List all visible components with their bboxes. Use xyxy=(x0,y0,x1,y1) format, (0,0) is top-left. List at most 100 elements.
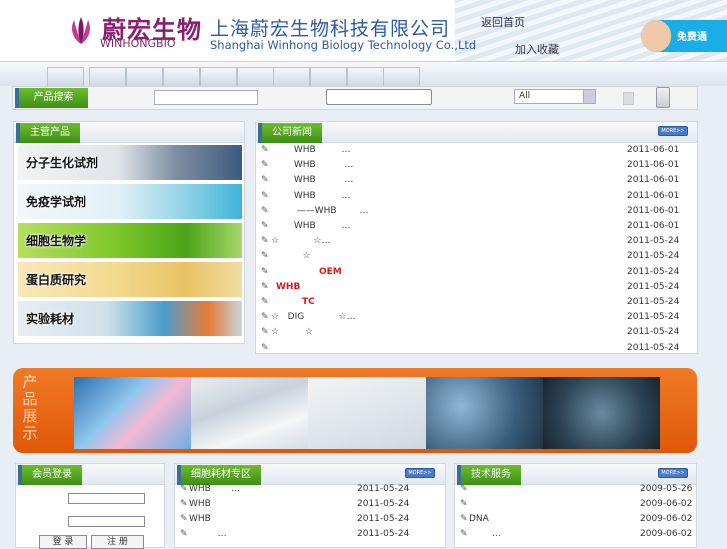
news-item[interactable]: ✎ ☆ DIG ☆… 2011-05-24 xyxy=(261,310,694,325)
tech-item[interactable]: ✎ DNA 2009-06-02 xyxy=(460,512,693,527)
consumables-item-date: 2011-05-24 xyxy=(357,529,410,539)
member-login-panel: 会员登录 登 录 注 册 xyxy=(15,463,165,549)
consumables-item-title[interactable]: WHB xyxy=(189,512,211,527)
tech-more-button[interactable]: MORE>> xyxy=(658,468,688,478)
panel-header: 主营产品 xyxy=(14,122,244,143)
nav-tab[interactable] xyxy=(273,67,310,86)
news-more-button[interactable]: MORE>> xyxy=(658,126,688,136)
news-item[interactable]: ✎ 2011-05-24 xyxy=(261,341,694,356)
category-protein[interactable]: 蛋白质研究 xyxy=(18,262,242,298)
tech-item-title[interactable]: DNA xyxy=(469,512,489,527)
bullet-icon: ✎ xyxy=(261,190,269,201)
bullet-icon: ✎ xyxy=(460,499,468,509)
bullet-icon: ✎ xyxy=(261,205,269,216)
register-button[interactable]: 注 册 xyxy=(91,535,144,549)
password-input[interactable] xyxy=(68,516,145,527)
tech-item[interactable]: ✎ … 2009-06-02 xyxy=(460,527,693,542)
news-item-title[interactable]: WHB … xyxy=(271,143,351,158)
news-item-date: 2011-05-24 xyxy=(627,327,680,338)
nav-tab[interactable] xyxy=(237,67,274,86)
consumables-item-title[interactable]: … xyxy=(189,527,227,542)
news-item-title[interactable]: WHB … xyxy=(271,158,353,173)
news-item[interactable]: ✎ ☆ 2011-05-24 xyxy=(261,249,694,264)
news-item-highlight: TC xyxy=(302,297,315,307)
news-item-title[interactable]: ☆ xyxy=(271,249,310,264)
nav-tab[interactable] xyxy=(89,67,126,86)
news-item[interactable]: ✎ WHB 2011-05-24 xyxy=(261,280,694,295)
category-label: 实验耗材 xyxy=(26,312,75,326)
news-item-title[interactable]: ——WHB … xyxy=(271,204,369,219)
product-showcase: 产品展示 xyxy=(13,368,697,453)
consumables-item-date: 2011-05-24 xyxy=(357,514,410,524)
add-favorite-link[interactable]: 加入收藏 xyxy=(515,41,559,57)
news-item-date: 2011-06-01 xyxy=(627,190,680,201)
news-item[interactable]: ✎ OEM 2011-05-24 xyxy=(261,265,694,280)
news-item-date: 2011-05-24 xyxy=(627,236,680,247)
nav-tab[interactable] xyxy=(310,67,347,86)
news-item[interactable]: ✎ TC 2011-05-24 xyxy=(261,295,694,310)
category-molecular[interactable]: 分子生化试剂 xyxy=(18,145,242,181)
search-button[interactable] xyxy=(656,87,670,108)
nav-tab[interactable] xyxy=(200,67,237,86)
news-item-title[interactable]: WHB … xyxy=(271,219,351,234)
hotline-banner[interactable]: 免费通 xyxy=(641,20,727,52)
news-item-date: 2011-06-01 xyxy=(627,145,680,155)
consumables-item-title[interactable]: WHB … xyxy=(189,482,240,497)
showcase-image-tubes[interactable] xyxy=(74,377,192,449)
consumables-more-button[interactable]: MORE>> xyxy=(405,468,435,478)
category-immunology[interactable]: 免疫学试剂 xyxy=(18,184,242,220)
nav-tab[interactable] xyxy=(126,67,163,86)
news-item-title[interactable]: WHB … xyxy=(271,189,351,204)
tech-item[interactable]: ✎ 2009-05-26 xyxy=(460,482,693,497)
consumables-item[interactable]: ✎ WHB … 2011-05-24 xyxy=(180,482,442,497)
tech-item-title[interactable]: … xyxy=(469,527,501,542)
showcase-image-pipettes[interactable] xyxy=(191,377,309,449)
search-category-select[interactable]: All xyxy=(514,89,596,104)
nav-tab[interactable] xyxy=(47,67,84,86)
news-item-date: 2011-05-24 xyxy=(627,342,680,353)
bullet-icon: ✎ xyxy=(460,514,468,524)
news-item[interactable]: ✎ ——WHB … 2011-06-01 xyxy=(261,204,694,219)
news-item-title[interactable]: ☆ DIG ☆… xyxy=(271,310,356,325)
news-item[interactable]: ✎ ☆ ☆ 2011-05-24 xyxy=(261,325,694,340)
nav-tab[interactable] xyxy=(383,67,420,86)
site-header: 蔚宏生物 WINHONGBIO 上海蔚宏生物科技有限公司 Shanghai Wi… xyxy=(0,0,727,62)
home-link[interactable]: 返回首页 xyxy=(481,14,525,30)
login-button[interactable]: 登 录 xyxy=(39,535,87,549)
search-option-button[interactable] xyxy=(623,92,634,105)
consumables-item[interactable]: ✎ WHB 2011-05-24 xyxy=(180,512,442,527)
news-item-date: 2011-05-24 xyxy=(627,312,680,323)
nav-tab[interactable] xyxy=(347,67,384,86)
consumables-item-title[interactable]: WHB xyxy=(189,497,211,512)
news-item-title[interactable]: WHB … xyxy=(271,173,353,188)
nav-tab[interactable] xyxy=(163,67,200,86)
news-item[interactable]: ✎ WHB … 2011-06-01 xyxy=(261,219,694,234)
company-news-panel: 公司新闻 MORE>> ✎ WHB … 2011-06-01 ✎ WHB … 2011… xyxy=(255,121,698,354)
showcase-gallery[interactable] xyxy=(74,377,661,449)
product-search-bar: 产品搜索 All xyxy=(12,86,698,110)
showcase-image-pipette-packs[interactable] xyxy=(308,377,426,449)
news-item[interactable]: ✎ WHB … 2011-06-01 xyxy=(261,158,694,173)
bullet-icon: ✎ xyxy=(261,297,269,307)
chevron-down-icon[interactable] xyxy=(583,90,595,103)
news-item[interactable]: ✎ WHB … 2011-06-01 xyxy=(261,173,694,188)
showcase-image-culture-plate[interactable] xyxy=(542,377,661,449)
search-text-input[interactable] xyxy=(326,89,432,105)
bullet-icon: ✎ xyxy=(460,529,468,539)
news-item-title[interactable]: ☆ ☆ xyxy=(271,325,313,340)
category-label: 免疫学试剂 xyxy=(26,195,87,209)
news-item[interactable]: ✎ WHB … 2011-06-01 xyxy=(261,143,694,158)
news-item[interactable]: ✎ WHB … 2011-06-01 xyxy=(261,189,694,204)
lotus-logo-icon xyxy=(72,17,90,44)
consumables-item[interactable]: ✎ WHB 2011-05-24 xyxy=(180,497,442,512)
username-input[interactable] xyxy=(68,493,145,504)
consumables-item[interactable]: ✎ … 2011-05-24 xyxy=(180,527,442,542)
showcase-image-well-plate[interactable] xyxy=(425,377,543,449)
news-item-title[interactable]: ☆ ☆… xyxy=(271,234,330,249)
bullet-icon: ✎ xyxy=(261,221,269,231)
category-cell-biology[interactable]: 细胞生物学 xyxy=(18,223,242,259)
search-keyword-input[interactable] xyxy=(154,90,258,105)
news-item[interactable]: ✎ ☆ ☆… 2011-05-24 xyxy=(261,234,694,249)
category-lab-consumables[interactable]: 实验耗材 xyxy=(18,301,242,337)
tech-item[interactable]: ✎ 2009-06-02 xyxy=(460,497,693,512)
